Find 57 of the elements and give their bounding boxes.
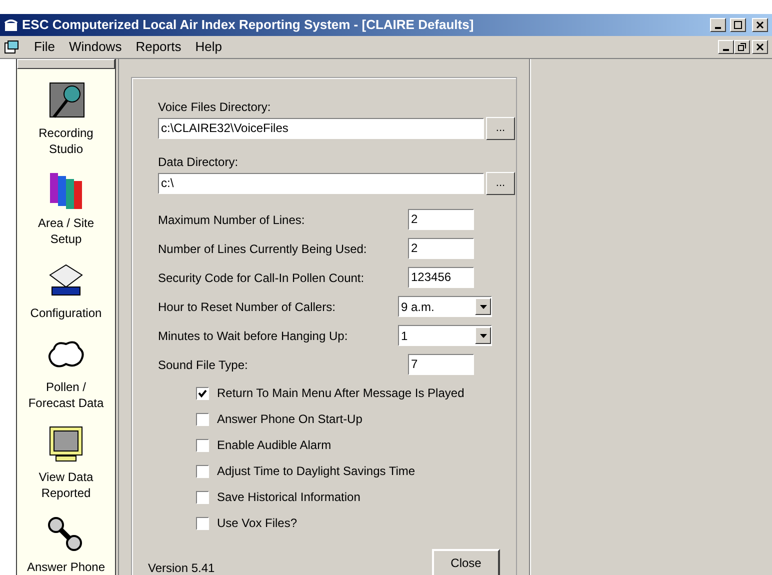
checkbox-label: Answer Phone On Start-Up: [217, 411, 362, 428]
sidebar-item[interactable]: Configuration: [18, 261, 114, 321]
checkbox-label: Enable Audible Alarm: [217, 437, 332, 454]
menu-item[interactable]: Help: [195, 37, 222, 57]
field-label: Voice Files Directory:: [158, 99, 272, 115]
checkbox[interactable]: [196, 386, 209, 400]
close-button[interactable]: [752, 18, 768, 32]
maximize-button[interactable]: [730, 18, 746, 32]
menu-item[interactable]: Windows: [68, 37, 122, 57]
checkbox[interactable]: [196, 464, 209, 478]
sidebar-item[interactable]: Area / Site Setup: [18, 171, 114, 247]
browse-button[interactable]: ...: [486, 172, 515, 195]
window-title: ESC Computerized Local Air Index Reporting System - [CLAIRE Defaults]: [22, 16, 474, 34]
close-icon: [756, 21, 764, 29]
input-field[interactable]: 123456: [408, 267, 474, 288]
version-text: Version 5.41: [148, 560, 215, 575]
directory-field[interactable]: c:\CLAIRE32\VoiceFiles: [158, 118, 484, 139]
sidebar-item[interactable]: View Data Reported: [18, 425, 114, 501]
input-field[interactable]: 2: [408, 209, 474, 230]
close-icon: [756, 43, 764, 51]
sidebar-item[interactable]: Pollen / Forecast Data: [18, 335, 114, 411]
check-icon: [198, 388, 207, 398]
directory-field[interactable]: c:\: [158, 173, 484, 194]
dropdown[interactable]: 9 a.m.: [398, 296, 492, 317]
checkbox[interactable]: [196, 438, 209, 452]
field-label: Minutes to Wait before Hanging Up:: [158, 328, 349, 344]
restore-icon: [738, 43, 746, 51]
caret-icon: [480, 334, 486, 338]
browse-button[interactable]: ...: [486, 117, 515, 140]
field-label: Number of Lines Currently Being Used:: [158, 240, 368, 258]
document-icon: [4, 40, 20, 54]
menu-item[interactable]: Reports: [136, 37, 182, 57]
input-field[interactable]: 7: [408, 354, 474, 375]
minimize-button[interactable]: [718, 40, 734, 54]
checkbox[interactable]: [196, 490, 209, 504]
checkbox-label: Adjust Time to Daylight Savings Time: [217, 463, 416, 480]
sidebar-item[interactable]: Answer Phone: [18, 515, 114, 575]
checkbox-label: Save Historical Information: [217, 489, 360, 506]
caret-icon: [480, 304, 486, 308]
restore-button[interactable]: [734, 40, 750, 54]
checkbox[interactable]: [196, 412, 209, 426]
close-button[interactable]: Close: [432, 549, 500, 575]
field-label: Sound File Type:: [158, 356, 249, 374]
field-label: Hour to Reset Number of Callers:: [158, 298, 336, 316]
checkbox-label: Return To Main Menu After Message Is Played: [217, 385, 464, 402]
checkbox-label: Use Vox Files?: [217, 515, 298, 532]
checkbox[interactable]: [196, 516, 209, 530]
close-button[interactable]: [752, 40, 768, 54]
field-label: Data Directory:: [158, 154, 240, 170]
minimize-button[interactable]: [710, 18, 726, 32]
maximize-icon: [734, 21, 742, 29]
field-label: Maximum Number of Lines:: [158, 212, 306, 228]
menu-item[interactable]: File: [34, 37, 55, 57]
field-label: Security Code for Call-In Pollen Count:: [158, 270, 366, 286]
input-field[interactable]: 2: [408, 238, 474, 259]
dropdown[interactable]: 1: [398, 325, 492, 346]
sidebar-item[interactable]: Recording Studio: [18, 81, 114, 157]
